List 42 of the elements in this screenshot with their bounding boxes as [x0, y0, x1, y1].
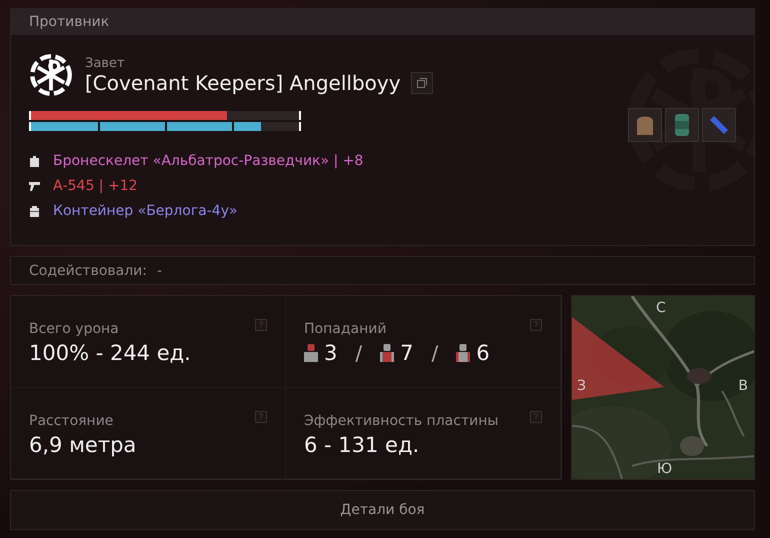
case-icon [29, 206, 40, 216]
separator: / [355, 341, 362, 365]
help-button[interactable]: ? [530, 410, 542, 422]
faction-name: Завет [85, 56, 126, 70]
hit-count: 6 [476, 341, 490, 365]
stat-label: Расстояние [29, 412, 114, 428]
copy-icon [416, 78, 427, 88]
faction-emblem-icon [29, 53, 73, 97]
can-icon[interactable] [674, 113, 690, 137]
body-zone-icon [380, 344, 394, 362]
equipment-name: А-545 | +12 [53, 178, 138, 194]
help-button[interactable]: ? [255, 410, 267, 422]
equipment-name: Контейнер «Берлога-4у» [53, 203, 238, 219]
body-zone-icon [456, 344, 470, 362]
compass-label: В [738, 378, 748, 394]
copy-button[interactable] [410, 72, 433, 94]
item-slot[interactable] [665, 108, 699, 142]
assists-label: Содействовали: [29, 262, 147, 278]
assists-value: - [157, 262, 162, 278]
stat-label: Всего урона [29, 321, 119, 337]
vest-icon [29, 156, 40, 166]
pistol-icon [29, 182, 40, 190]
hit-count: 7 [400, 341, 414, 365]
body-zone-icon [304, 344, 318, 362]
separator: / [432, 341, 438, 365]
stat-value: 6,9 метра [29, 432, 136, 456]
compass-label: Ю [657, 461, 672, 477]
panel-title: Противник [10, 8, 755, 35]
stat-label: Попаданий [304, 321, 386, 337]
help-button[interactable]: ? [530, 319, 542, 331]
player-name: [Covenant Keepers] Angellboyy [85, 70, 401, 94]
stat-label: Эффективность пластины [304, 412, 498, 428]
details-button[interactable]: Детали боя [10, 490, 755, 530]
equipment-name: Бронескелет «Альбатрос-Разведчик» | +8 [53, 153, 364, 169]
item-slot[interactable] [702, 108, 736, 142]
hit-count: 3 [324, 341, 338, 365]
help-button[interactable]: ? [255, 319, 267, 331]
stat-value: 6 - 131 ед. [304, 432, 420, 456]
stat-value: 100% - 244 ед. [29, 341, 191, 365]
compass-label: З [577, 378, 586, 394]
compass-label: С [656, 300, 666, 316]
item-slot[interactable] [628, 108, 662, 142]
